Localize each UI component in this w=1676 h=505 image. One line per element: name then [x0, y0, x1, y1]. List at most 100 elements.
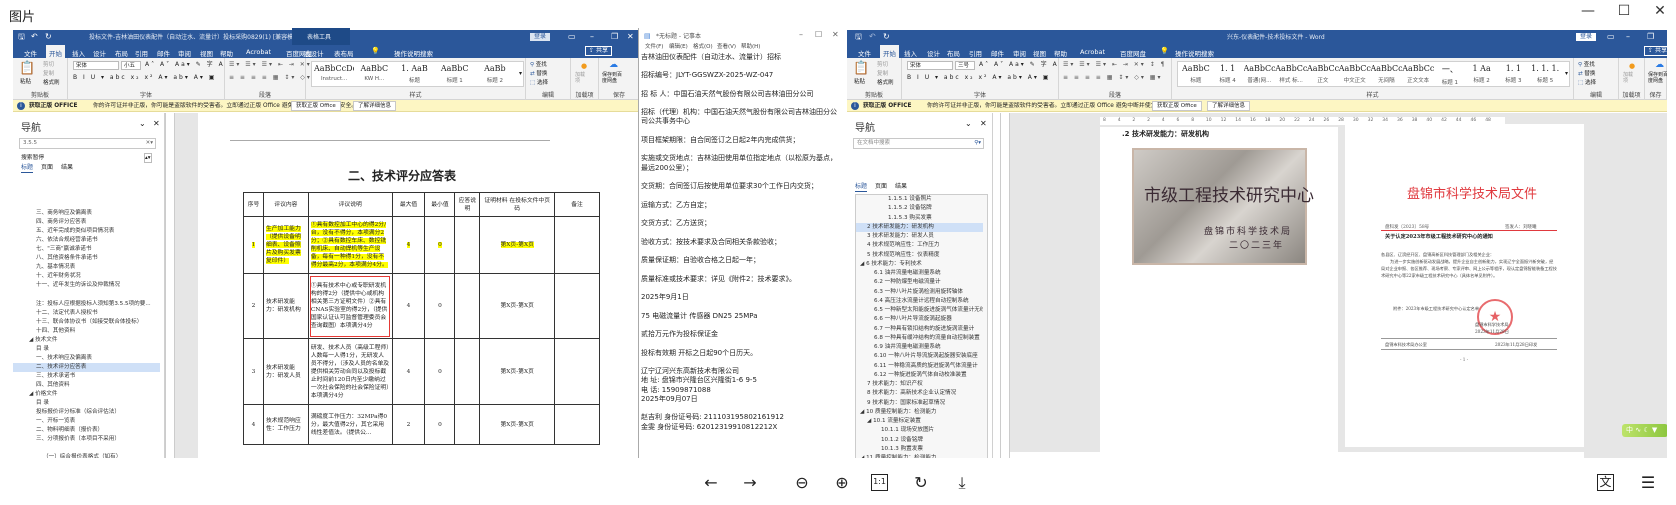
nav-item[interactable]: [13, 444, 160, 453]
style-10[interactable]: 1. 1 标题 3: [1498, 64, 1530, 84]
tab-10[interactable]: Acrobat: [243, 47, 274, 57]
nav-tab-2[interactable]: 结果: [895, 183, 907, 191]
baidu-cloud-icon[interactable]: ☁: [609, 61, 618, 70]
nav-item[interactable]: ◢ 价格文件: [13, 390, 160, 399]
translate-button[interactable]: 文: [1597, 474, 1614, 491]
rotate-button[interactable]: ↻: [910, 472, 932, 494]
nav-item[interactable]: ◢ 10.1 流量标定装置: [856, 417, 983, 426]
nav-item[interactable]: 1.1.5.2 设备铭牌: [856, 204, 983, 213]
nav-item[interactable]: 一、技术响应及偏离表: [13, 354, 160, 363]
nav-item[interactable]: 4 技术规范响应性：工作压力: [856, 241, 983, 250]
font-size-select[interactable]: 小五: [121, 61, 141, 70]
close-icon[interactable]: ✕: [980, 120, 987, 128]
save-baidu-label[interactable]: 保存到百度网盘: [1648, 72, 1667, 84]
nav-item[interactable]: 九、基本情况表: [13, 263, 160, 272]
redo-icon[interactable]: ↻: [45, 33, 52, 41]
nav-item[interactable]: ◢ 6 技术能力：专利技术: [856, 260, 983, 269]
save-icon[interactable]: 🖫: [18, 33, 25, 41]
ribbon-display-icon[interactable]: ▭: [1607, 33, 1615, 41]
tab-1[interactable]: 开始: [46, 45, 65, 58]
vertical-ruler[interactable]: [1000, 113, 1010, 458]
extract-text-button[interactable]: ☰: [1637, 472, 1659, 494]
nav-search-input[interactable]: 3.5.5 ✕▾: [19, 138, 156, 149]
save-download-button[interactable]: ⤓: [951, 472, 973, 494]
menu-1[interactable]: 编辑(E): [669, 43, 688, 51]
nav-item[interactable]: 6.12 一种旋进旋涡气体自动校准装置: [856, 371, 983, 380]
close-icon[interactable]: ✕: [832, 31, 839, 39]
nav-item[interactable]: 四、商务评分应答表: [13, 218, 160, 227]
cut-button[interactable]: 剪切: [877, 61, 888, 69]
baidu-cloud-icon[interactable]: ☁: [1655, 61, 1664, 70]
style-8[interactable]: 一、 标题 1: [1434, 64, 1466, 86]
login-button[interactable]: 登录: [530, 33, 551, 41]
chevron-down-icon[interactable]: ⌄: [965, 120, 972, 128]
previous-image-button[interactable]: ←: [700, 472, 722, 494]
nav-item[interactable]: 四、其他资料: [13, 381, 160, 390]
nav-item[interactable]: 6.11 一种稳流高质的旋进旋涡气体流量计: [856, 362, 983, 371]
search-button[interactable]: ⚲ 查找: [1578, 61, 1595, 69]
paste-label[interactable]: 粘贴: [854, 78, 865, 86]
get-office-button[interactable]: 获取正版 Office: [291, 101, 341, 111]
nav-item[interactable]: 2 技术研发能力：研发机构: [856, 222, 983, 232]
style-6[interactable]: AaBbCcDd 无间隔: [1371, 64, 1403, 84]
nav-item[interactable]: 10.1.1 现场安放图片: [856, 426, 983, 435]
response-note[interactable]: [454, 273, 481, 339]
style-2[interactable]: AaBbCcDd 普通(网...: [1244, 64, 1276, 84]
nav-item[interactable]: 三、分项报价表（本项目不采用）: [13, 435, 160, 444]
login-button[interactable]: 登录: [1576, 33, 1597, 41]
nav-item[interactable]: 6.4 高压注水流量计远程自动控制系统: [856, 297, 983, 306]
nav-item[interactable]: 五、近年完成的类似项目情况表: [13, 227, 160, 236]
paste-label[interactable]: 粘贴: [20, 78, 31, 86]
style-3[interactable]: AaBbC 标题 1: [435, 64, 475, 84]
search-button[interactable]: ⚲ 查找: [530, 61, 547, 69]
align-icons[interactable]: ≡ ≡ ≡ ≡ ▦ ↕▾ ◇▾ ▦▾: [1063, 74, 1162, 82]
nav-item[interactable]: 8 技术能力：高新技术企业认定情况: [856, 389, 983, 398]
close-button[interactable]: ✕: [1642, 0, 1676, 22]
styles-more-icon[interactable]: ▾: [519, 70, 522, 78]
style-0[interactable]: AaBbC 标题: [1180, 64, 1212, 84]
share-button[interactable]: ⇪ 共享: [1644, 46, 1667, 56]
zoom-out-button[interactable]: ⊖: [791, 472, 813, 494]
style-0[interactable]: AaBbCcDd Instruct...: [314, 64, 354, 82]
menu-3[interactable]: 查看(V): [717, 43, 736, 51]
font-size-icons[interactable]: A˄ A˅ Aa▾ ✎ 字 A: [145, 61, 225, 69]
minimize-icon[interactable]: –: [590, 33, 594, 41]
style-3[interactable]: AaBbCcI 样式 标...: [1275, 64, 1307, 84]
tab-10[interactable]: Acrobat: [1077, 47, 1108, 57]
response-note[interactable]: [454, 338, 481, 405]
nav-tab-1[interactable]: 页面: [41, 164, 53, 172]
nav-item[interactable]: 十四、其他资料: [13, 327, 160, 336]
font-size-icons[interactable]: A˄ A˅ Aa▾ ✎ 字 A: [979, 61, 1059, 69]
font-format-icons[interactable]: B I U ▾ abc x₂ x² A▾ ab▾ A▾ ▣: [73, 74, 216, 82]
nav-item[interactable]: 三、商务响应及偏离表: [13, 209, 160, 218]
copy-button[interactable]: 复制: [43, 70, 54, 78]
prev-next-icon[interactable]: ▴▾: [144, 153, 152, 163]
search-icon[interactable]: ⚲▾: [974, 139, 981, 148]
paste-icon[interactable]: 📋: [853, 62, 869, 76]
nav-search-input[interactable]: 在文档中搜索 ⚲▾: [853, 138, 984, 149]
share-button[interactable]: ⇪ 共享: [585, 46, 612, 56]
addin-label[interactable]: 加载项: [1623, 72, 1637, 84]
maximize-button[interactable]: ☐: [1606, 0, 1642, 22]
ime-indicator[interactable]: 中 ∿ ☾ ▼: [1622, 424, 1667, 437]
nav-item[interactable]: 10.1.2 设备铭牌: [856, 436, 983, 445]
nav-item[interactable]: 十、近年财务状况: [13, 272, 160, 281]
select-button[interactable]: ⬚ 选择: [530, 79, 548, 87]
zoom-in-button[interactable]: ⊕: [831, 472, 853, 494]
clear-icon[interactable]: ✕▾: [146, 139, 153, 148]
response-note[interactable]: [454, 216, 481, 274]
nav-item[interactable]: （一）综合报价表格式（如有）: [13, 453, 160, 458]
nav-item[interactable]: 注：投标人应根据投标人须知第3.5.5项的要...: [13, 300, 160, 309]
font-name-select[interactable]: 宋体: [73, 61, 119, 70]
nav-item[interactable]: 十三、联合体协议书（如接受联合体投标）: [13, 318, 160, 327]
nav-item[interactable]: 6.5 一种新型太阳能旋进旋涡气体流量计无线...: [856, 306, 983, 315]
font-size-select[interactable]: 三号: [955, 61, 975, 70]
font-format-icons[interactable]: B I U ▾ abc x₂ x² A▾ ab▾ A▾ ▣: [907, 74, 1050, 82]
nav-item[interactable]: 6.9 油井流量电磁测量系统: [856, 343, 983, 352]
nav-item[interactable]: [13, 290, 160, 299]
copy-button[interactable]: 复制: [877, 70, 888, 78]
nav-item[interactable]: 七、"三商"赢诚承诺书: [13, 245, 160, 254]
undo-icon[interactable]: ↶: [31, 33, 38, 41]
replace-button[interactable]: ⇄ 替换: [530, 70, 547, 78]
redo-icon[interactable]: ↻: [883, 33, 890, 41]
